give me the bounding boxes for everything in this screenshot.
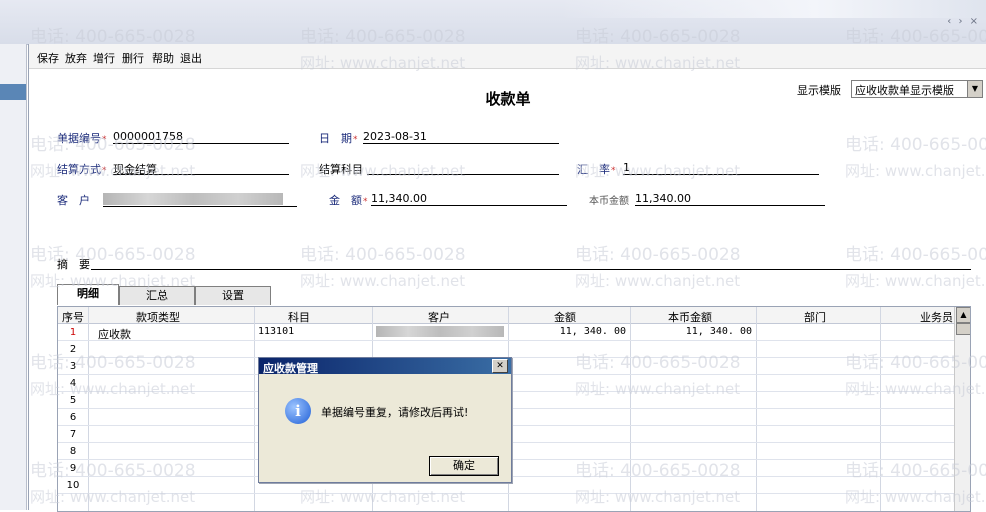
detail-grid: 序号 款项类型 科目 客户 金额 本币金额 部门 业务员 1 应收款 11310… [57,306,971,512]
menu-add-row[interactable]: 增行 [93,50,115,66]
doc-no-underline [113,143,289,144]
settle-account-underline [367,174,559,175]
col-divider [254,307,255,511]
menu-delete-row[interactable]: 删行 [122,50,144,66]
row-number: 6 [69,412,77,423]
tab-summary[interactable]: 汇总 [119,286,195,305]
summary-underline [91,269,971,270]
row-divider [58,459,970,460]
rate-underline [623,174,819,175]
window-controls[interactable]: ‹ › × [947,16,980,27]
row-divider [58,442,970,443]
page-title: 收款单 [485,90,531,108]
menu-help[interactable]: 帮助 [152,50,174,66]
close-icon[interactable]: ✕ [492,359,508,373]
cell-amount[interactable]: 11, 340. 00 [534,326,626,337]
doc-no-value[interactable]: 0000001758 [113,130,183,143]
left-panel-strip [0,44,27,510]
summary-label: 摘 要 [57,258,90,271]
menu-discard[interactable]: 放弃 [65,50,87,66]
settle-method-underline [113,174,289,175]
left-panel-highlight [0,84,26,100]
scroll-thumb[interactable] [956,323,970,335]
row-number: 9 [69,463,77,474]
row-number: 3 [69,361,77,372]
template-select-value: 应收收款单显示模版 [855,84,954,97]
info-icon: i [285,398,311,424]
col-divider [88,307,89,511]
col-divider [880,307,881,511]
menu-save[interactable]: 保存 [37,50,59,66]
row-number: 4 [69,378,77,389]
top-decoration [560,0,986,18]
ok-button[interactable]: 确定 [429,456,499,476]
row-number: 8 [69,446,77,457]
date-underline [363,143,559,144]
amount-underline [371,205,567,206]
col-header-amount: 金额 [554,311,576,324]
col-header-no: 序号 [62,311,84,324]
rate-label: 汇 率* [577,163,616,176]
dialog-title: 应收款管理 [263,362,318,375]
col-header-local-amount: 本币金额 [668,311,712,324]
row-divider [58,476,970,477]
row-divider [58,357,970,358]
duplicate-number-dialog: 应收款管理 ✕ i 单据编号重复，请修改后再试! 确定 [258,357,512,483]
local-amount-underline [635,205,825,206]
template-select[interactable]: 应收收款单显示模版 ▼ [851,80,983,98]
row-number: 10 [66,480,80,491]
template-label: 显示模版 [797,84,841,97]
row-divider [58,391,970,392]
menu-exit[interactable]: 退出 [180,50,202,66]
settle-method-label: 结算方式* [57,163,107,176]
row-number: 2 [69,344,77,355]
col-divider [630,307,631,511]
grid-vertical-scrollbar[interactable]: ▲ [954,307,970,511]
row-number: 7 [69,429,77,440]
row-divider [58,425,970,426]
dialog-message: 单据编号重复，请修改后再试! [321,406,469,419]
col-header-salesperson: 业务员 [920,311,953,324]
menu-bar: 保存 放弃 增行 删行 帮助 退出 [29,44,986,69]
cell-customer-redacted[interactable] [376,326,504,337]
col-header-type: 款项类型 [136,311,180,324]
rate-value[interactable]: 1 [623,161,630,174]
col-divider [756,307,757,511]
dialog-title-bar: 应收款管理 ✕ [259,358,511,375]
col-header-account: 科目 [288,311,310,324]
grid-header: 序号 款项类型 科目 客户 金额 本币金额 部门 业务员 [58,307,970,324]
col-header-customer: 客户 [428,311,450,324]
cell-account[interactable]: 113101 [258,326,294,337]
row-divider [58,408,970,409]
local-amount-value[interactable]: 11,340.00 [635,192,691,205]
amount-label: 金 额* [329,194,368,207]
local-amount-label: 本币金额 [589,196,629,207]
row-divider [58,374,970,375]
cell-local-amount[interactable]: 11, 340. 00 [654,326,752,337]
scroll-up-icon[interactable]: ▲ [956,307,970,323]
cell-type[interactable]: 应收款 [98,326,131,342]
chevron-down-icon[interactable]: ▼ [967,81,982,97]
row-divider [58,493,970,494]
row-number: 5 [69,395,77,406]
date-value[interactable]: 2023-08-31 [363,130,427,143]
customer-value-redacted[interactable] [103,193,283,205]
doc-no-label: 单据编号* [57,132,107,145]
amount-value[interactable]: 11,340.00 [371,192,427,205]
settle-account-label: 结算科目 [319,163,363,176]
date-label: 日 期* [319,132,358,145]
tab-detail[interactable]: 明细 [57,284,119,305]
row-number: 1 [69,327,77,338]
tab-settings[interactable]: 设置 [195,286,271,305]
row-divider [58,340,970,341]
col-header-dept: 部门 [804,311,826,324]
customer-label: 客 户 [57,194,90,207]
customer-underline [103,206,297,207]
